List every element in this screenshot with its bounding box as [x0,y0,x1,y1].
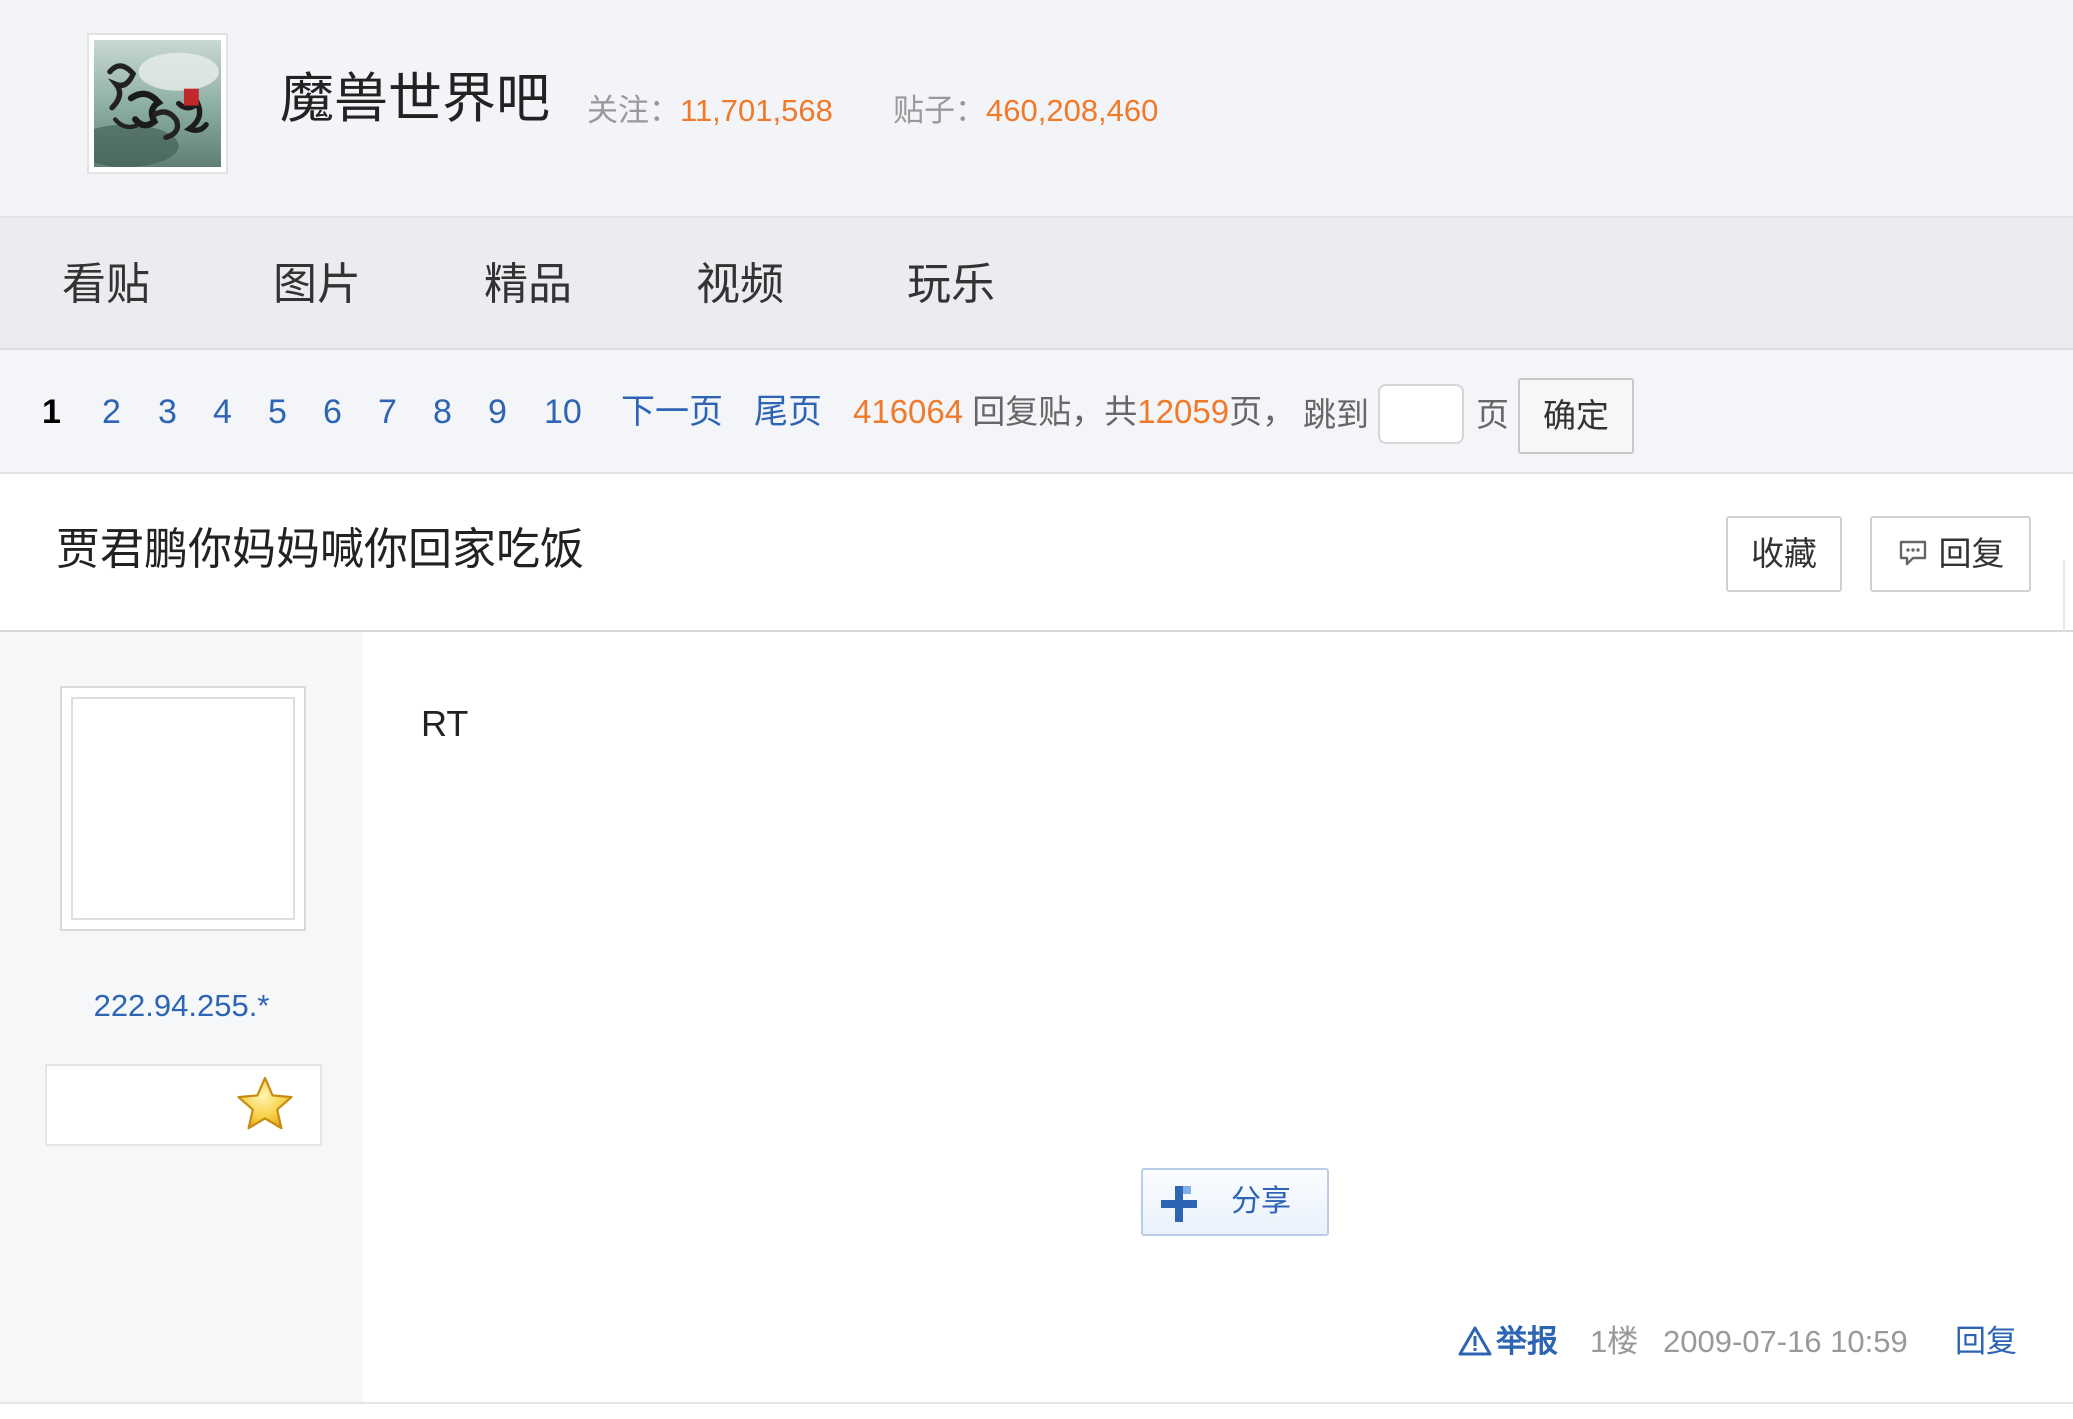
page-link[interactable]: 4 [213,395,232,429]
report-label: 举报 [1496,1324,1558,1359]
star-icon [237,1076,293,1130]
follow-count: 11,701,568 [680,93,833,128]
page-link[interactable]: 10 [544,395,582,429]
plus-icon [1161,1186,1197,1222]
post-content: RT [421,703,469,744]
next-page-link[interactable]: 下一页 [621,395,723,429]
share-label: 分享 [1231,1185,1291,1218]
page-link[interactable]: 8 [433,395,452,429]
forum-name[interactable]: 魔兽世界吧 [280,72,550,126]
report-link[interactable]: 举报 [1458,1326,1558,1359]
avatar[interactable] [60,686,306,931]
tab-games[interactable]: 玩乐 [907,263,995,307]
jump-confirm-button[interactable]: 确定 [1518,378,1634,454]
speech-bubble-icon [1899,541,1926,566]
jump-page-suffix: 页 [1476,396,1509,433]
author-ip[interactable]: 222.94.255.* [0,990,363,1021]
favorite-button[interactable]: 收藏 [1726,516,1842,592]
reply-button-label: 回复 [1938,535,2005,572]
page-total-suffix: 页， [1229,393,1296,430]
post-floor: 1楼 [1590,1324,1639,1359]
forum-header: 魔兽世界吧 关注：11,701,568 贴子：460,208,460 [0,0,2073,218]
jump-page-input[interactable] [1378,384,1464,444]
page-link[interactable]: 3 [158,395,177,429]
pager-info: 416064 回复贴，共12059页， [853,395,1295,428]
thread-title: 贾君鹏你妈妈喊你回家吃饭 [56,525,584,574]
page-link[interactable]: 6 [323,395,342,429]
page-link[interactable]: 7 [378,395,397,429]
reply-button[interactable]: 回复 [1870,516,2031,592]
thread-bar: 贾君鹏你妈妈喊你回家吃饭 收藏 回复 [0,474,2073,632]
follow-stat: 关注：11,701,568 [587,95,833,126]
follow-label: 关注： [587,93,680,128]
author-column: 222.94.255.* [0,632,363,1402]
forum-logo[interactable] [87,33,228,174]
warning-triangle-icon [1458,1326,1492,1356]
share-button[interactable]: 分享 [1141,1168,1329,1236]
calligraphy-logo-icon [94,40,221,167]
author-level [45,1064,322,1146]
page-link[interactable]: 5 [268,395,287,429]
tab-pictures[interactable]: 图片 [273,263,361,307]
posts-count: 460,208,460 [986,93,1159,128]
post-time: 2009-07-16 10:59 [1663,1324,1908,1359]
tab-featured[interactable]: 精品 [484,263,572,307]
posts-label: 贴子： [893,93,986,128]
page-total: 12059 [1137,393,1230,430]
page-link[interactable]: 2 [102,395,121,429]
reply-count-label: 回复贴，共 [963,393,1138,430]
forum-nav: 看贴 图片 精品 视频 玩乐 [0,218,2073,350]
tab-videos[interactable]: 视频 [696,263,784,307]
reply-count: 416064 [853,393,964,430]
pager: 1 2 3 4 5 6 7 8 9 10 下一页 尾页 416064 回复贴，共… [0,350,2073,474]
page-link[interactable]: 9 [488,395,507,429]
jump-label: 跳到 [1303,396,1369,433]
post-reply-link[interactable]: 回复 [1955,1326,2017,1357]
page-current: 1 [42,393,61,431]
tab-posts[interactable]: 看贴 [62,263,150,307]
avatar-frame [71,697,295,920]
last-page-link[interactable]: 尾页 [754,395,822,429]
post: 222.94.255.* RT 分享 举报 1楼 2009-07-16 10:5… [0,632,2073,1404]
posts-stat: 贴子：460,208,460 [893,95,1158,126]
